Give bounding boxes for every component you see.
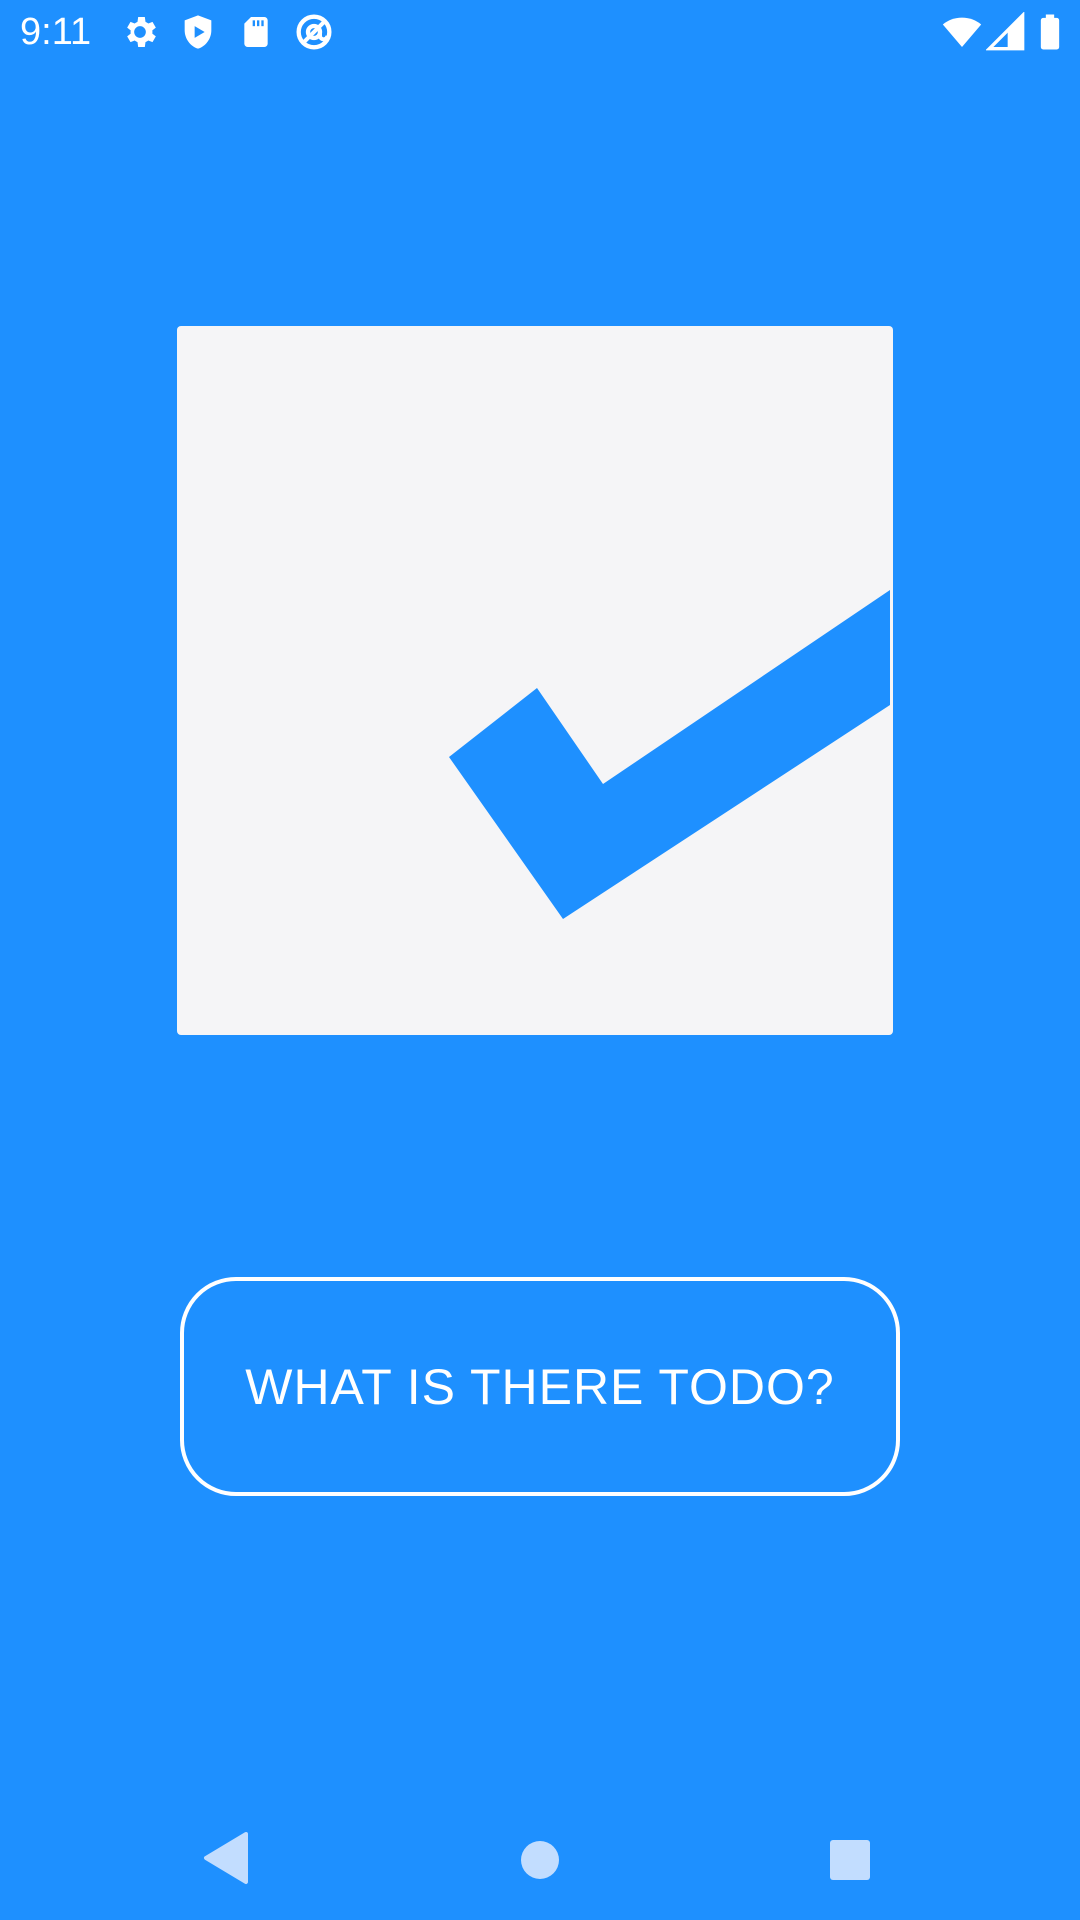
cta-button-label: WHAT IS THERE TODO? xyxy=(245,1358,835,1415)
gear-icon xyxy=(120,12,160,52)
sd-card-icon xyxy=(236,12,276,52)
back-icon[interactable] xyxy=(194,1828,258,1892)
recents-icon[interactable] xyxy=(818,1828,882,1892)
checkmark-icon xyxy=(177,326,893,1035)
cellular-signal-icon xyxy=(986,12,1026,52)
status-bar: 9:11 xyxy=(0,0,1080,64)
wifi-icon xyxy=(942,12,982,52)
home-icon[interactable] xyxy=(508,1828,572,1892)
what-is-there-todo-button[interactable]: WHAT IS THERE TODO? xyxy=(180,1277,900,1496)
status-time: 9:11 xyxy=(20,11,92,53)
shield-play-icon xyxy=(178,12,218,52)
navigation-bar xyxy=(0,1800,1080,1920)
battery-icon xyxy=(1030,12,1070,52)
logo-card xyxy=(177,326,893,1035)
at-sign-icon xyxy=(294,12,334,52)
